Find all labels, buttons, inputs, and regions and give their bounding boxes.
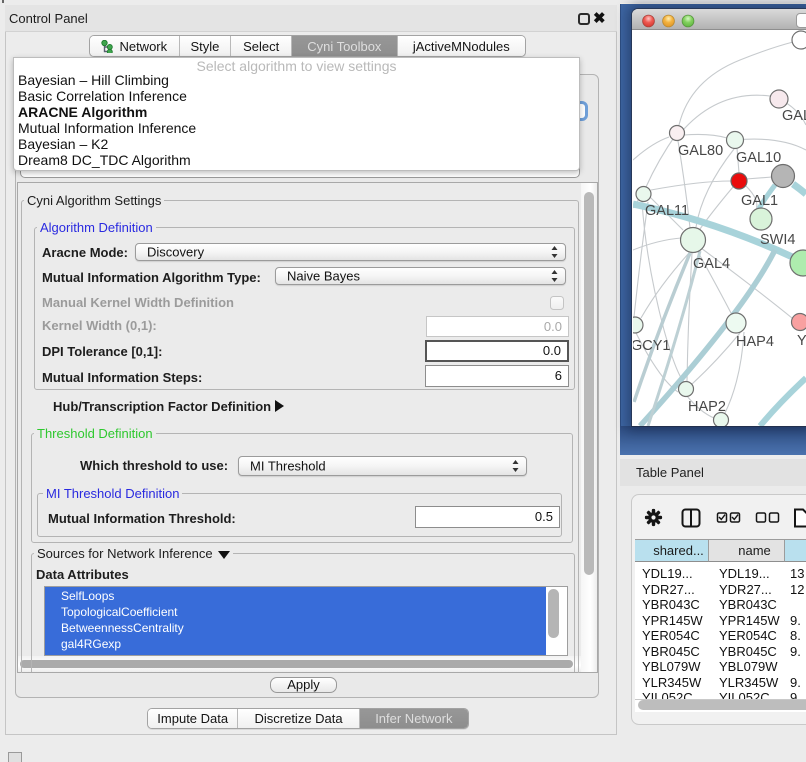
svg-text:GAL11: GAL11	[645, 203, 689, 219]
svg-text:GAL80: GAL80	[678, 143, 723, 159]
svg-text:HAP2: HAP2	[688, 399, 726, 415]
svg-text:GAL7: GAL7	[782, 108, 806, 124]
svg-text:GAL1: GAL1	[741, 193, 778, 209]
svg-text:SWI4: SWI4	[760, 232, 795, 248]
svg-text:GAL10: GAL10	[736, 150, 781, 166]
svg-text:Y: Y	[797, 333, 806, 349]
svg-text:GCY1: GCY1	[633, 338, 671, 354]
svg-text:HAP4: HAP4	[736, 334, 774, 350]
svg-text:GAL4: GAL4	[693, 256, 730, 272]
